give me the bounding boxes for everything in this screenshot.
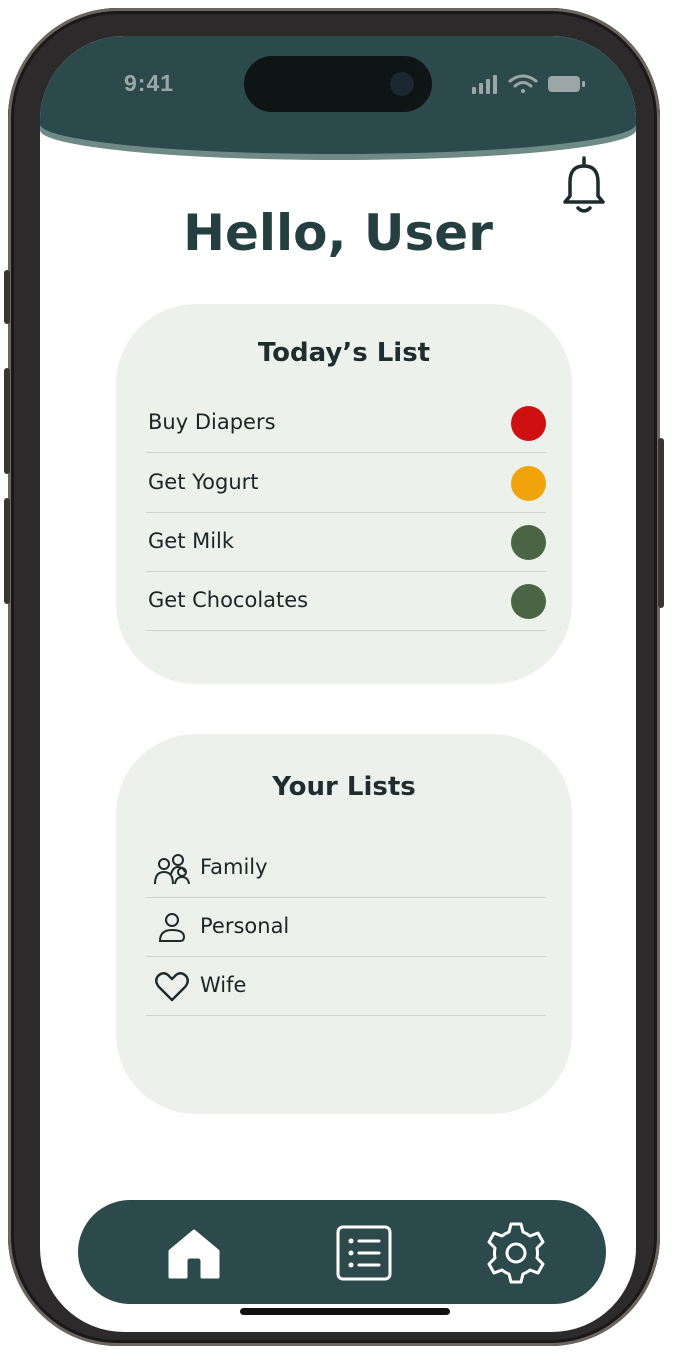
action-button	[4, 270, 10, 324]
status-bar: 9:41	[40, 36, 636, 154]
nav-home-button[interactable]	[160, 1220, 228, 1286]
dynamic-island	[244, 56, 432, 112]
home-indicator	[240, 1308, 450, 1315]
status-icons	[472, 74, 585, 94]
camera-icon	[390, 72, 414, 96]
status-time: 9:41	[124, 70, 175, 96]
task-label: Get Milk	[148, 529, 235, 553]
priority-dot	[511, 584, 546, 619]
your-lists-card: Your Lists Family Personal Wife	[116, 734, 572, 1114]
todays-list-title: Today’s List	[257, 338, 431, 368]
list-label: Family	[200, 855, 268, 879]
list-item-wife[interactable]: Wife	[146, 957, 546, 1016]
volume-up-button	[4, 368, 10, 474]
signal-icon	[472, 75, 497, 94]
list-item[interactable]: Get Yogurt	[146, 454, 546, 513]
priority-dot	[511, 525, 546, 560]
list-item[interactable]: Buy Diapers	[146, 394, 546, 453]
todays-list-card: Today’s List Buy Diapers Get Yogurt Get …	[116, 304, 572, 684]
priority-dot	[511, 406, 546, 441]
power-button	[658, 438, 664, 608]
list-item[interactable]: Get Chocolates	[146, 572, 546, 631]
list-item[interactable]: Get Milk	[146, 513, 546, 572]
list-item-personal[interactable]: Personal	[146, 898, 546, 957]
bottom-nav	[78, 1200, 606, 1304]
page-title: Hello, User	[183, 204, 493, 262]
nav-lists-button[interactable]	[330, 1220, 398, 1286]
person-icon	[158, 913, 186, 942]
list-label: Wife	[200, 973, 247, 997]
home-icon	[168, 1229, 220, 1279]
phone-frame: 9:41 Hello, User Today’s List Buy Diaper…	[4, 8, 664, 1346]
priority-dot	[511, 466, 546, 501]
task-label: Buy Diapers	[148, 410, 276, 434]
list-label: Personal	[200, 914, 290, 938]
heart-icon	[155, 972, 189, 1002]
wifi-icon	[508, 74, 538, 93]
list-icon	[336, 1225, 392, 1281]
task-label: Get Chocolates	[148, 588, 309, 612]
family-icon	[154, 854, 190, 885]
volume-down-button	[4, 498, 10, 604]
your-lists-title: Your Lists	[272, 772, 416, 802]
nav-settings-button[interactable]	[482, 1220, 550, 1286]
list-item-family[interactable]: Family	[146, 839, 546, 898]
screen: 9:41 Hello, User Today’s List Buy Diaper…	[40, 36, 636, 1332]
task-label: Get Yogurt	[148, 470, 259, 494]
gear-icon	[487, 1222, 545, 1284]
battery-icon	[548, 76, 585, 92]
